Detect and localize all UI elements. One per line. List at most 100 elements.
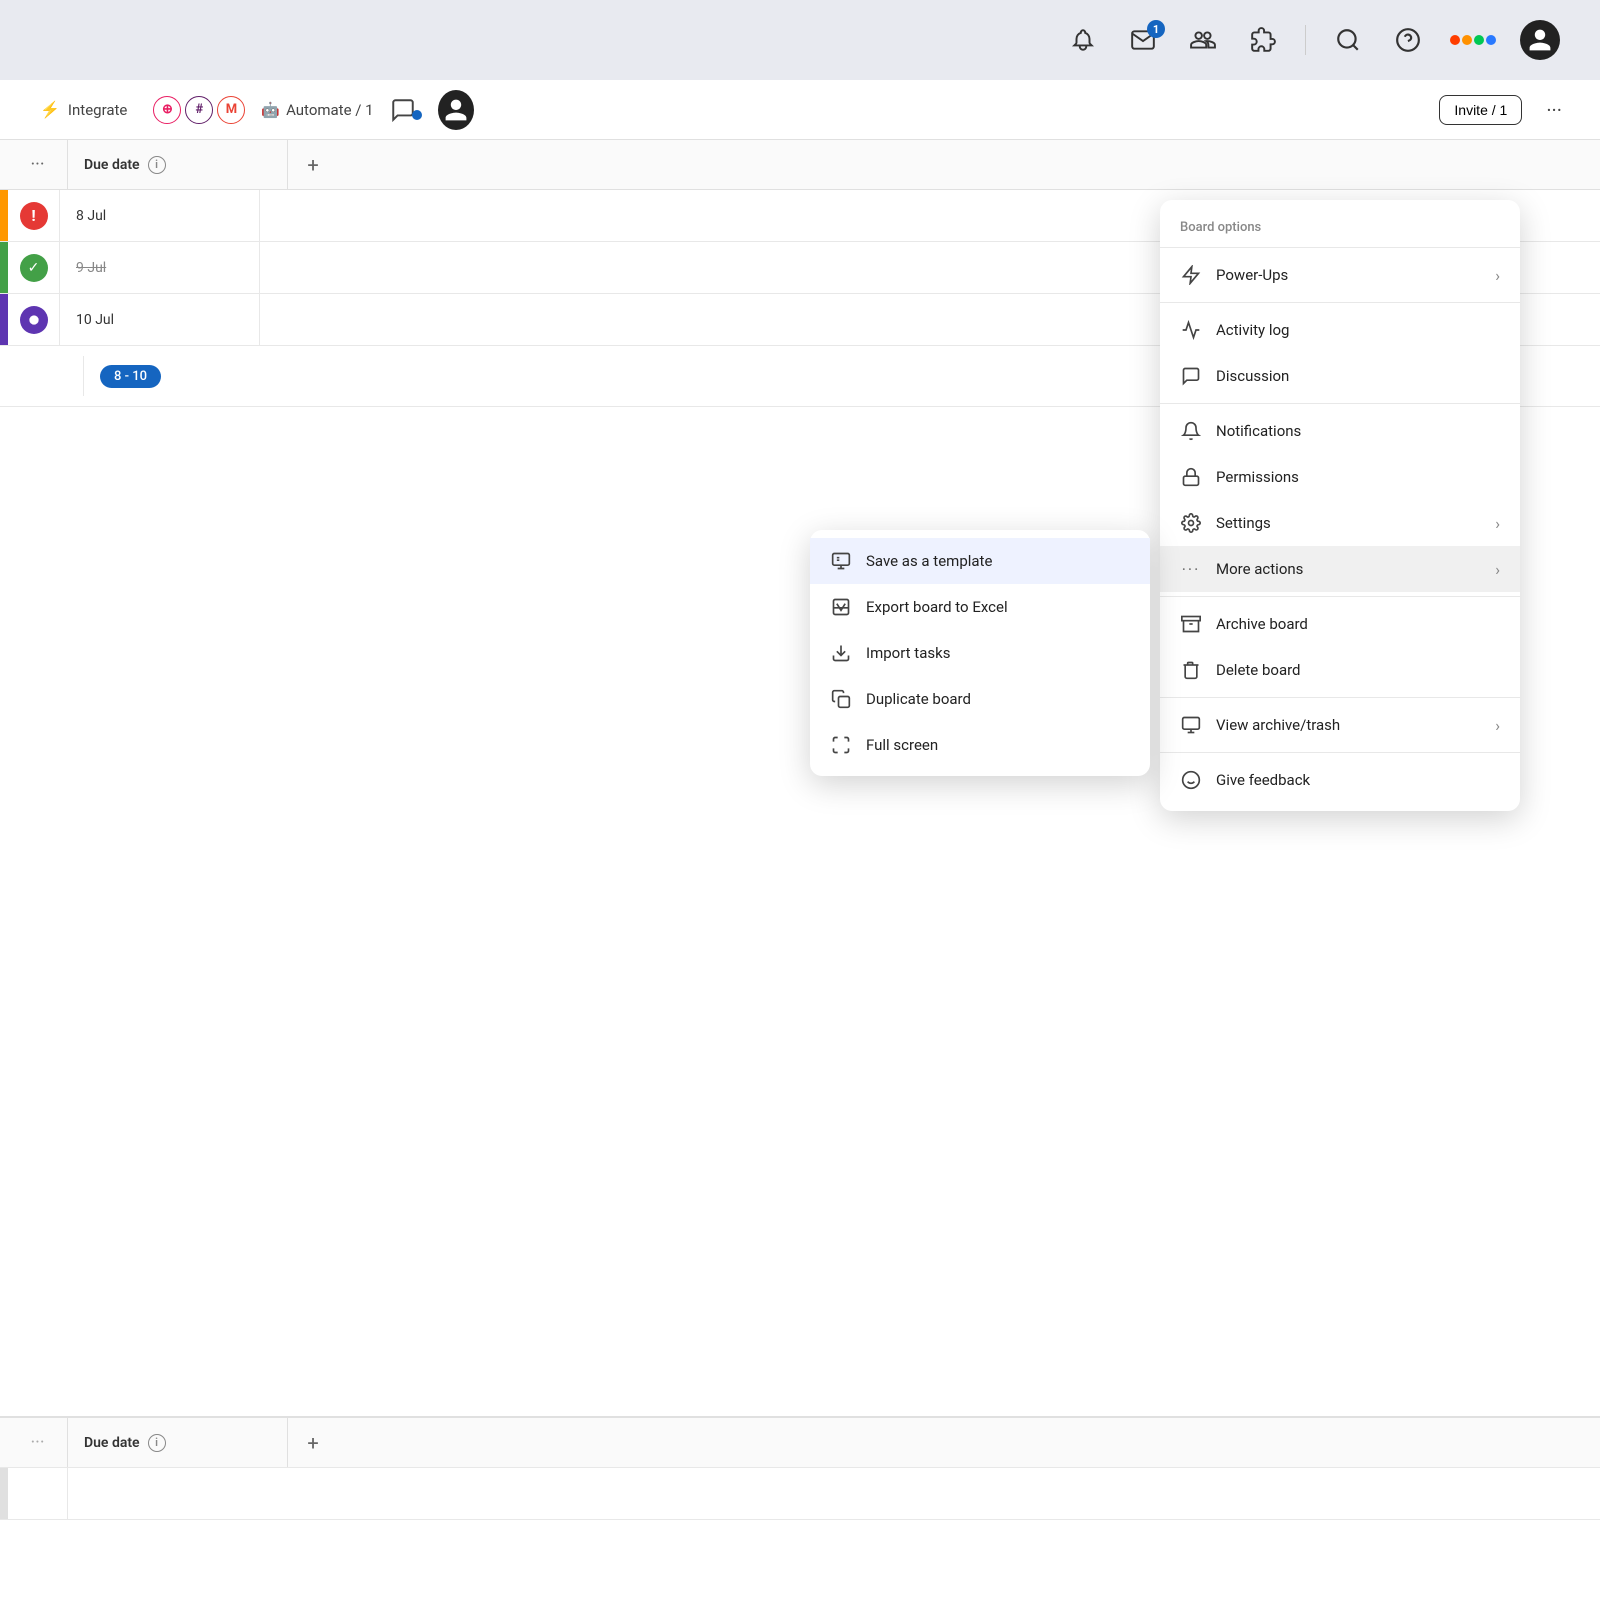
chat-icon-group[interactable] xyxy=(390,97,422,123)
archive-label: Archive board xyxy=(1216,615,1500,633)
permissions-icon xyxy=(1180,466,1202,488)
dropdown-item-settings[interactable]: Settings › xyxy=(1160,500,1520,546)
settings-label: Settings xyxy=(1216,514,1481,532)
save-template-icon xyxy=(830,550,852,572)
second-col-dots: ··· xyxy=(8,1418,68,1467)
discussion-icon xyxy=(1180,365,1202,387)
status-red: ! xyxy=(20,202,48,230)
permissions-label: Permissions xyxy=(1216,468,1500,486)
second-table-empty-row xyxy=(0,1468,1600,1520)
row-indicator-1 xyxy=(0,190,8,241)
submenu-item-export-excel[interactable]: Export board to Excel xyxy=(810,584,1150,630)
chat-icon xyxy=(390,97,416,123)
integrate-icon: ⚡ xyxy=(40,100,60,119)
integrate-label: Integrate xyxy=(68,101,127,119)
add-user-icon[interactable] xyxy=(1185,22,1221,58)
second-table: ··· Due date i + xyxy=(0,1416,1600,1616)
second-col-add[interactable]: + xyxy=(288,1418,338,1467)
row-date-1: 8 Jul xyxy=(60,190,260,241)
dropdown-item-more-actions[interactable]: ··· More actions › xyxy=(1160,546,1520,592)
row-status-1: ! xyxy=(8,190,60,241)
more-actions-icon: ··· xyxy=(1180,558,1202,580)
feedback-label: Give feedback xyxy=(1216,771,1500,789)
board-options-header: Board options xyxy=(1160,208,1520,243)
import-tasks-icon xyxy=(830,642,852,664)
inbox-icon[interactable]: 1 xyxy=(1125,22,1161,58)
more-options-button[interactable]: ··· xyxy=(1538,94,1570,126)
settings-icon xyxy=(1180,512,1202,534)
empty-status xyxy=(8,1468,68,1519)
view-archive-icon xyxy=(1180,714,1202,736)
export-excel-icon xyxy=(830,596,852,618)
delete-label: Delete board xyxy=(1216,661,1500,679)
user-avatar[interactable] xyxy=(1520,20,1560,60)
automate-label: Automate / 1 xyxy=(286,101,374,119)
header-divider xyxy=(1305,25,1306,55)
puzzle-icon[interactable] xyxy=(1245,22,1281,58)
more-actions-chevron: › xyxy=(1495,560,1500,579)
col-add-button[interactable]: + xyxy=(288,140,338,189)
view-archive-label: View archive/trash xyxy=(1216,716,1481,734)
invite-button[interactable]: Invite / 1 xyxy=(1439,95,1522,125)
dropdown-item-archive[interactable]: Archive board xyxy=(1160,601,1520,647)
row-date-2: 9 Jul xyxy=(60,242,260,293)
row-date-3: 10 Jul xyxy=(60,294,260,345)
integration-icon-3[interactable]: M xyxy=(217,96,245,124)
settings-chevron: › xyxy=(1495,514,1500,533)
power-ups-chevron: › xyxy=(1495,266,1500,285)
integration-icon-1[interactable]: ⊕ xyxy=(153,96,181,124)
top-header: 1 xyxy=(0,0,1600,80)
range-pill-col: 8 - 10 xyxy=(84,365,177,388)
dropdown-item-delete[interactable]: Delete board xyxy=(1160,647,1520,693)
table-col-dots: ··· xyxy=(8,140,68,189)
notifications-menu-icon xyxy=(1180,420,1202,442)
board-options-dropdown: Board options Power-Ups › Activity log xyxy=(1160,200,1520,811)
divider-1 xyxy=(1160,247,1520,248)
dropdown-item-view-archive[interactable]: View archive/trash › xyxy=(1160,702,1520,748)
automate-button[interactable]: 🤖 Automate / 1 xyxy=(261,101,373,119)
logo-icon xyxy=(1450,35,1496,45)
dropdown-item-power-ups[interactable]: Power-Ups › xyxy=(1160,252,1520,298)
more-actions-submenu: Save as a template Export board to Excel xyxy=(810,530,1150,776)
duplicate-label: Duplicate board xyxy=(866,690,971,708)
status-green: ✓ xyxy=(20,254,48,282)
duplicate-icon xyxy=(830,688,852,710)
submenu-item-full-screen[interactable]: Full screen xyxy=(810,722,1150,768)
submenu-item-duplicate[interactable]: Duplicate board xyxy=(810,676,1150,722)
search-icon[interactable] xyxy=(1330,22,1366,58)
info-icon[interactable]: i xyxy=(148,156,166,174)
dropdown-item-discussion[interactable]: Discussion xyxy=(1160,353,1520,399)
divider-3 xyxy=(1160,403,1520,404)
dropdown-item-activity-log[interactable]: Activity log xyxy=(1160,307,1520,353)
range-pill: 8 - 10 xyxy=(100,365,161,388)
power-ups-icon xyxy=(1180,264,1202,286)
delete-icon xyxy=(1180,659,1202,681)
export-excel-label: Export board to Excel xyxy=(866,598,1008,616)
submenu-item-save-template[interactable]: Save as a template xyxy=(810,538,1150,584)
notifications-icon[interactable] xyxy=(1065,22,1101,58)
divider-4 xyxy=(1160,596,1520,597)
divider-5 xyxy=(1160,697,1520,698)
dropdown-item-notifications[interactable]: Notifications xyxy=(1160,408,1520,454)
row-status-3 xyxy=(8,294,60,345)
dropdown-item-permissions[interactable]: Permissions xyxy=(1160,454,1520,500)
power-ups-label: Power-Ups xyxy=(1216,266,1481,284)
status-purple xyxy=(20,306,48,334)
logo-dot-green xyxy=(1474,35,1484,45)
dropdown-item-feedback[interactable]: Give feedback xyxy=(1160,757,1520,803)
submenu-item-import-tasks[interactable]: Import tasks xyxy=(810,630,1150,676)
empty-indicator xyxy=(0,1468,8,1519)
second-info-icon[interactable]: i xyxy=(148,1434,166,1452)
user-icon-sub[interactable] xyxy=(438,92,474,128)
integrate-button[interactable]: ⚡ Integrate xyxy=(30,94,137,125)
sub-header: ⚡ Integrate ⊕ # M 🤖 Automate / 1 Invite … xyxy=(0,80,1600,140)
activity-log-label: Activity log xyxy=(1216,321,1500,339)
integration-icon-2[interactable]: # xyxy=(185,96,213,124)
automate-icon: 🤖 xyxy=(261,101,280,119)
full-screen-label: Full screen xyxy=(866,736,938,754)
row-indicator-3 xyxy=(0,294,8,345)
view-archive-chevron: › xyxy=(1495,716,1500,735)
col-due-date: Due date i xyxy=(68,140,288,189)
inbox-badge: 1 xyxy=(1147,20,1165,38)
help-icon[interactable] xyxy=(1390,22,1426,58)
